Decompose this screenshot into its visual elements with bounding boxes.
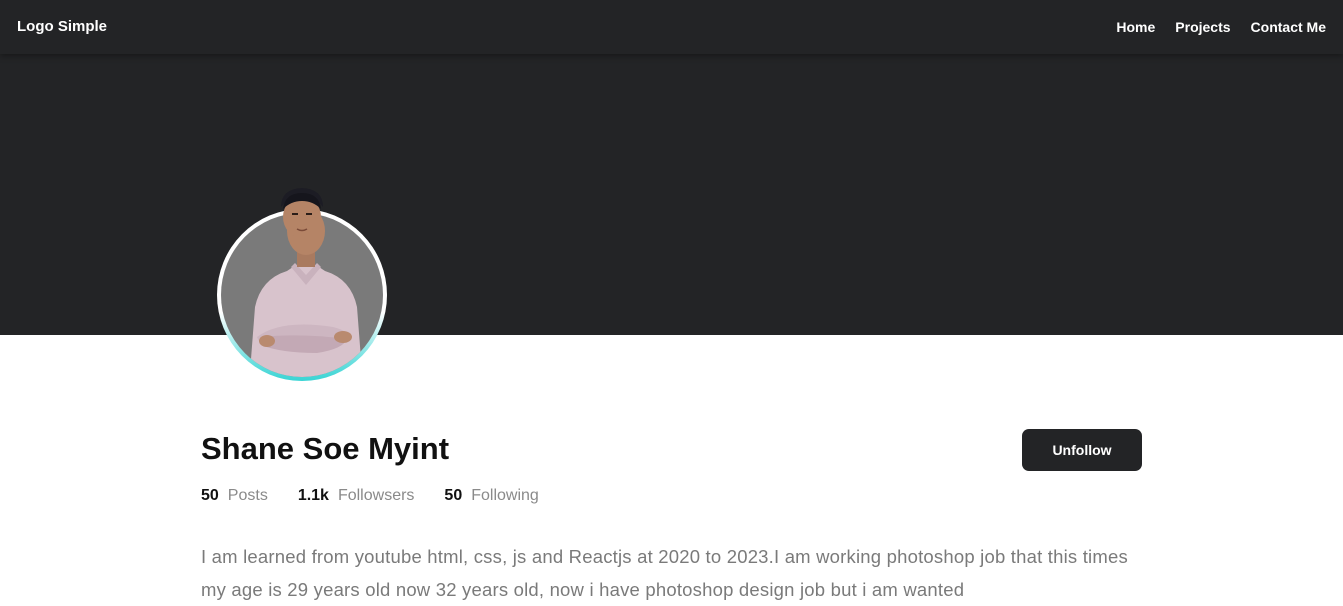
profile-bio: I am learned from youtube html, css, js … — [201, 546, 1128, 600]
profile-avatar[interactable] — [217, 209, 387, 381]
logo[interactable]: Logo Simple — [17, 18, 107, 35]
nav-link-home[interactable]: Home — [1116, 19, 1155, 35]
stat-following[interactable]: 50 Following — [444, 487, 538, 505]
avatar-photo — [221, 213, 383, 377]
person-portrait — [249, 213, 363, 377]
cover-banner — [0, 54, 1343, 335]
stat-posts[interactable]: 50 Posts — [201, 487, 268, 505]
top-navbar: Logo Simple Home Projects Contact Me — [0, 0, 1343, 54]
nav-link-projects[interactable]: Projects — [1175, 19, 1230, 35]
unfollow-button[interactable]: Unfollow — [1022, 429, 1142, 471]
stat-followers[interactable]: 1.1k Followsers — [298, 487, 415, 505]
stat-posts-label: Posts — [227, 487, 268, 504]
stat-following-label: Following — [471, 487, 539, 504]
profile-name: Shane Soe Myint — [201, 431, 450, 466]
stat-following-count: 50 — [444, 487, 463, 504]
stat-followers-count: 1.1k — [297, 487, 329, 504]
profile-stats: 50 Posts 1.1k Followsers 50 Following — [201, 487, 569, 505]
stat-posts-count: 50 — [201, 487, 219, 504]
nav-links: Home Projects Contact Me — [1116, 19, 1326, 35]
nav-link-contact-me[interactable]: Contact Me — [1251, 19, 1326, 35]
stat-followers-label: Followsers — [337, 487, 415, 504]
